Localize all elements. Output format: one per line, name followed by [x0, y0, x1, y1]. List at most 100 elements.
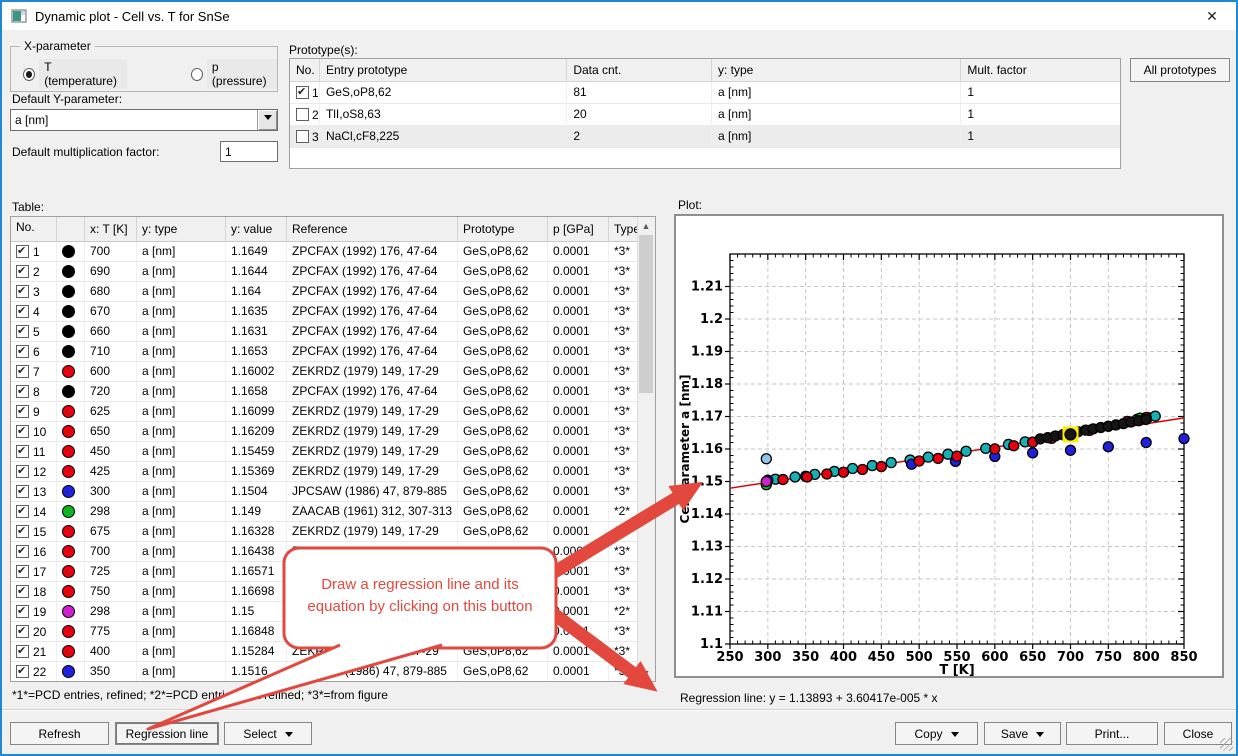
prototype-row[interactable]: 1 GeS,oP8,62 81 a [nm] 1 [290, 82, 1120, 104]
col-header-no[interactable]: No. [11, 217, 57, 241]
mult-factor-input[interactable] [220, 141, 278, 162]
data-point[interactable] [961, 446, 971, 456]
data-point[interactable] [1141, 414, 1151, 424]
data-point[interactable] [790, 472, 800, 482]
row-checkbox[interactable] [16, 385, 29, 398]
table-row[interactable]: 18 750 a [nm] 1.16698 ZEKRDZ (1979) 149,… [11, 582, 655, 602]
data-point[interactable] [761, 477, 771, 487]
data-point[interactable] [886, 458, 896, 468]
table-row[interactable]: 4 670 a [nm] 1.1635 ZPCFAX (1992) 176, 4… [11, 302, 655, 322]
col-header-type[interactable]: Type [609, 217, 640, 241]
col-header-prototype[interactable]: Prototype [458, 217, 548, 241]
row-checkbox[interactable] [296, 108, 309, 121]
all-prototypes-button[interactable]: All prototypes [1130, 58, 1230, 82]
row-checkbox[interactable] [16, 465, 29, 478]
row-checkbox[interactable] [296, 86, 309, 99]
col-header-reference[interactable]: Reference [287, 217, 458, 241]
table-row[interactable]: 14 298 a [nm] 1.149 ZAACAB (1961) 312, 3… [11, 502, 655, 522]
resize-grip[interactable] [1220, 738, 1233, 751]
combo-dropdown-button[interactable] [257, 110, 277, 130]
data-point[interactable] [857, 465, 867, 475]
row-checkbox[interactable] [296, 130, 309, 143]
close-button[interactable]: ✕ [1201, 6, 1223, 26]
col-header-color[interactable] [57, 217, 85, 241]
data-point[interactable] [822, 469, 832, 479]
table-scrollbar[interactable]: ▲ ▼ [637, 217, 655, 681]
table-row[interactable]: 21 400 a [nm] 1.15284 ZEKRDZ (1979) 149,… [11, 642, 655, 662]
refresh-button[interactable]: Refresh [10, 722, 109, 745]
row-checkbox[interactable] [16, 485, 29, 498]
row-checkbox[interactable] [16, 445, 29, 458]
col-header-temperature[interactable]: x: T [K] [85, 217, 137, 241]
row-checkbox[interactable] [16, 425, 29, 438]
table-row[interactable]: 11 450 a [nm] 1.15459 ZEKRDZ (1979) 149,… [11, 442, 655, 462]
data-point[interactable] [933, 453, 943, 463]
row-checkbox[interactable] [16, 245, 29, 258]
col-header-count[interactable]: Data cnt. [567, 59, 712, 81]
row-checkbox[interactable] [16, 325, 29, 338]
row-checkbox[interactable] [16, 625, 29, 638]
col-header-ytype[interactable]: y: type [137, 217, 226, 241]
scroll-up-icon[interactable]: ▲ [638, 217, 654, 234]
data-point[interactable] [761, 454, 771, 464]
row-checkbox[interactable] [16, 285, 29, 298]
table-row[interactable]: 5 660 a [nm] 1.1631 ZPCFAX (1992) 176, 4… [11, 322, 655, 342]
radio-pressure[interactable]: p (pressure) [191, 59, 277, 89]
scrollbar-thumb[interactable] [639, 235, 653, 393]
table-row[interactable]: 2 690 a [nm] 1.1644 ZPCFAX (1992) 176, 4… [11, 262, 655, 282]
radio-temperature-circle[interactable] [23, 68, 35, 81]
data-point[interactable] [1066, 445, 1076, 455]
table-row[interactable]: 17 725 a [nm] 1.16571 ZEKRDZ (1979) 149,… [11, 562, 655, 582]
regression-line-button[interactable]: Regression line [115, 722, 219, 745]
data-point[interactable] [839, 467, 849, 477]
col-header-mult[interactable]: Mult. factor [961, 59, 1120, 81]
data-point[interactable] [867, 461, 877, 471]
print-button[interactable]: Print... [1066, 722, 1158, 745]
table-row[interactable]: 22 350 a [nm] 1.1516 JPCSAW (1986) 47, 8… [11, 662, 655, 682]
table-row[interactable]: 9 625 a [nm] 1.16099 ZEKRDZ (1979) 149, … [11, 402, 655, 422]
table-row[interactable]: 12 425 a [nm] 1.15369 ZEKRDZ (1979) 149,… [11, 462, 655, 482]
data-point[interactable] [1141, 438, 1151, 448]
data-point[interactable] [1179, 434, 1189, 444]
copy-button[interactable]: Copy [895, 722, 978, 745]
save-button[interactable]: Save [984, 722, 1061, 745]
row-checkbox[interactable] [16, 265, 29, 278]
row-checkbox[interactable] [16, 585, 29, 598]
data-point[interactable] [1103, 442, 1113, 452]
row-checkbox[interactable] [16, 525, 29, 538]
row-checkbox[interactable] [16, 645, 29, 658]
table-row[interactable]: 6 710 a [nm] 1.1653 ZPCFAX (1992) 176, 4… [11, 342, 655, 362]
title-bar[interactable]: Dynamic plot - Cell vs. T for SnSe ✕ [2, 2, 1236, 30]
select-button[interactable]: Select [224, 722, 312, 745]
table-row[interactable]: 8 720 a [nm] 1.1658 ZPCFAX (1992) 176, 4… [11, 382, 655, 402]
data-point[interactable] [1028, 448, 1038, 458]
col-header-no[interactable]: No. [290, 59, 320, 81]
table-row[interactable]: 10 650 a [nm] 1.16209 ZEKRDZ (1979) 149,… [11, 422, 655, 442]
plot-canvas[interactable]: 2503003504004505005506006507007508008501… [676, 216, 1222, 676]
table-row[interactable]: 16 700 a [nm] 1.16438 ZEKRDZ (1979) 149,… [11, 542, 655, 562]
table-row[interactable]: 7 600 a [nm] 1.16002 ZEKRDZ (1979) 149, … [11, 362, 655, 382]
row-checkbox[interactable] [16, 405, 29, 418]
data-point[interactable] [1009, 441, 1019, 451]
table-row[interactable]: 19 298 a [nm] 1.15 GeS,oP8,62 0.0001 *2* [11, 602, 655, 622]
row-checkbox[interactable] [16, 545, 29, 558]
table-row[interactable]: 3 680 a [nm] 1.164 ZPCFAX (1992) 176, 47… [11, 282, 655, 302]
row-checkbox[interactable] [16, 345, 29, 358]
radio-temperature[interactable]: T (temperature) [23, 59, 127, 89]
row-checkbox[interactable] [16, 505, 29, 518]
row-checkbox[interactable] [16, 565, 29, 578]
scroll-down-icon[interactable]: ▼ [638, 664, 654, 681]
data-point[interactable] [778, 475, 788, 485]
row-checkbox[interactable] [16, 365, 29, 378]
data-point[interactable] [990, 444, 1000, 454]
data-point[interactable] [802, 472, 812, 482]
row-checkbox[interactable] [16, 665, 29, 678]
prototype-row[interactable]: 3 NaCl,cF8,225 2 a [nm] 1 [290, 126, 1120, 148]
data-point[interactable] [952, 451, 962, 461]
col-header-pressure[interactable]: p [GPa] [548, 217, 609, 241]
data-point[interactable] [876, 462, 886, 472]
table-row[interactable]: 15 675 a [nm] 1.16328 ZEKRDZ (1979) 149,… [11, 522, 655, 542]
row-checkbox[interactable] [16, 305, 29, 318]
row-checkbox[interactable] [16, 605, 29, 618]
table-row[interactable]: 13 300 a [nm] 1.1504 JPCSAW (1986) 47, 8… [11, 482, 655, 502]
